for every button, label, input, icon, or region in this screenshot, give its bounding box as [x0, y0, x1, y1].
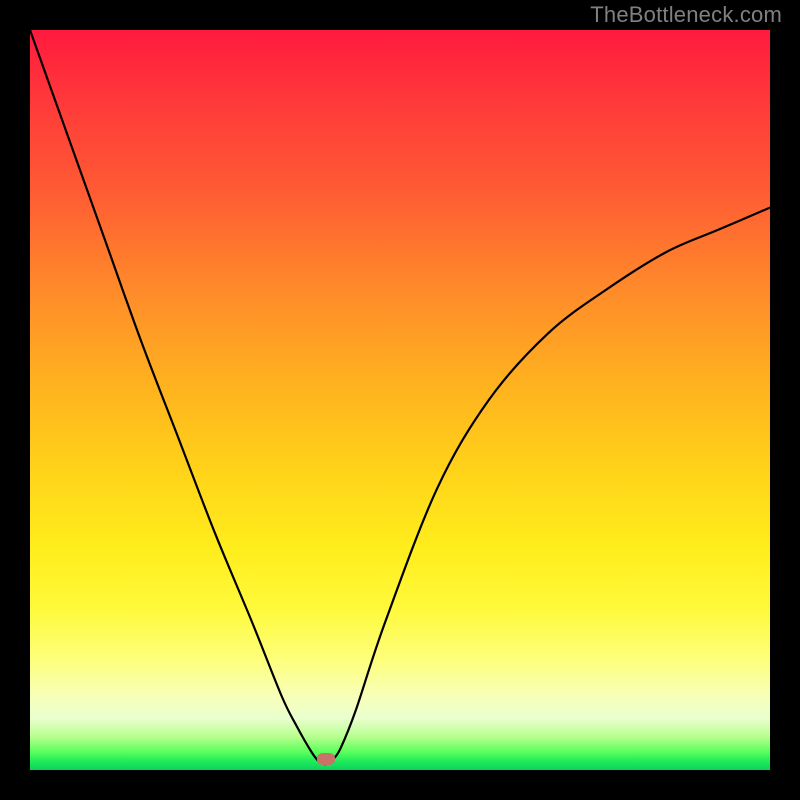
- chart-frame: TheBottleneck.com: [0, 0, 800, 800]
- watermark-text: TheBottleneck.com: [590, 2, 782, 28]
- optimal-point-marker: [317, 753, 335, 765]
- plot-area: [30, 30, 770, 770]
- bottleneck-curve: [30, 30, 770, 770]
